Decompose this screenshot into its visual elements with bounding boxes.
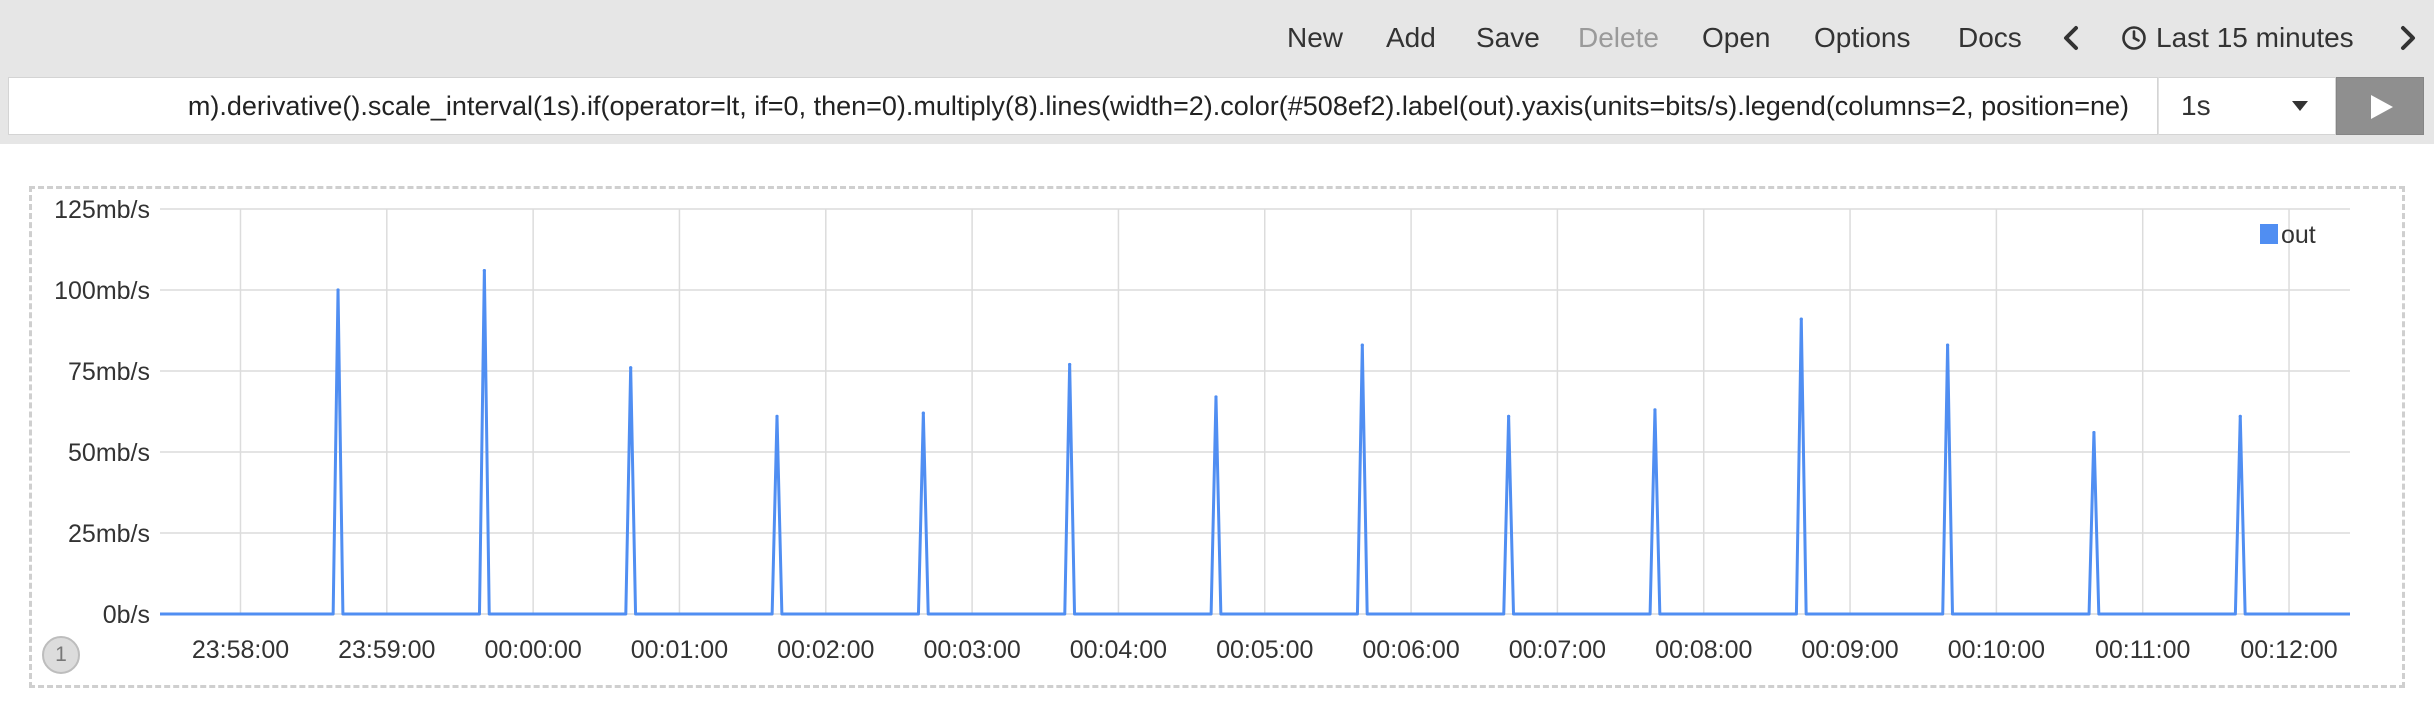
y-tick-label: 50mb/s <box>68 439 150 467</box>
panel-number-badge[interactable]: 1 <box>42 636 80 674</box>
x-tick-label: 00:12:00 <box>2240 636 2337 664</box>
x-tick-label: 00:09:00 <box>1801 636 1898 664</box>
data-point <box>1507 414 1511 418</box>
data-point <box>921 411 925 415</box>
x-tick-label: 00:07:00 <box>1509 636 1606 664</box>
legend-swatch <box>2260 224 2278 244</box>
y-tick-label: 25mb/s <box>68 520 150 548</box>
data-point <box>2092 430 2096 435</box>
series-line-out <box>160 269 2350 616</box>
line-chart: 0b/s 25mb/s 50mb/s 75mb/s 100mb/s 125mb/s 23:5… <box>54 196 2350 664</box>
x-tick-label: 23:58:00 <box>192 636 289 664</box>
legend-label: out <box>2281 221 2316 249</box>
x-tick-label: 00:11:00 <box>2095 636 2190 664</box>
y-tick-label: 0b/s <box>103 601 150 629</box>
data-point <box>775 414 779 418</box>
data-point <box>336 288 340 292</box>
data-point <box>1653 408 1657 412</box>
x-tick-label: 00:08:00 <box>1655 636 1752 664</box>
data-point <box>1799 317 1803 321</box>
data-point <box>2238 414 2242 418</box>
data-point <box>1068 362 1072 367</box>
y-tick-label: 125mb/s <box>54 196 150 224</box>
data-point <box>629 366 633 370</box>
x-tick-label: 00:03:00 <box>923 636 1020 664</box>
x-tick-label: 00:04:00 <box>1070 636 1167 664</box>
data-point <box>482 268 486 273</box>
x-tick-label: 00:00:00 <box>484 636 581 664</box>
x-tick-label: 23:59:00 <box>338 636 435 664</box>
x-tick-label: 00:10:00 <box>1948 636 2045 664</box>
data-point <box>1360 343 1364 347</box>
y-tick-label: 100mb/s <box>54 277 150 305</box>
x-tick-label: 00:06:00 <box>1362 636 1459 664</box>
x-tick-label: 00:02:00 <box>777 636 874 664</box>
x-tick-label: 00:01:00 <box>631 636 728 664</box>
data-point <box>1214 395 1218 399</box>
data-point <box>1946 343 1950 347</box>
y-tick-label: 75mb/s <box>68 358 150 386</box>
x-tick-label: 00:05:00 <box>1216 636 1313 664</box>
